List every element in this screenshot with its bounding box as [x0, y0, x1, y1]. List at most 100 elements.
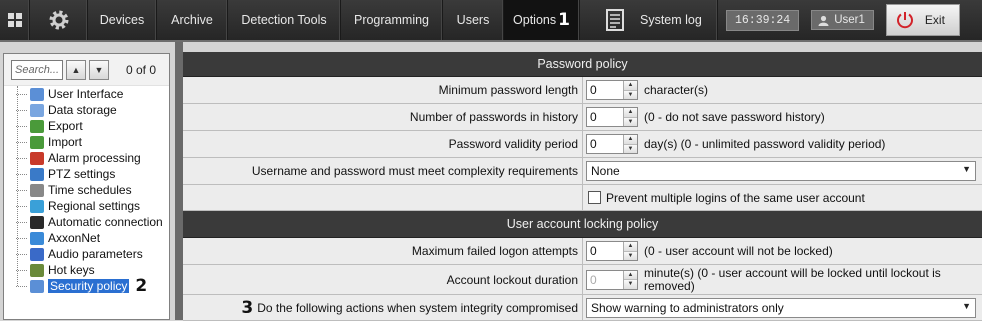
- stepper-up-icon[interactable]: ▲: [624, 242, 637, 252]
- tree-item-label: Audio parameters: [48, 247, 143, 261]
- dropdown-arrow-icon: ▼: [962, 300, 971, 311]
- tree-item-regional-settings[interactable]: Regional settings: [4, 198, 169, 214]
- grid-icon: [7, 13, 22, 27]
- tab-detection-tools[interactable]: Detection Tools: [228, 0, 341, 40]
- stepper-down-icon[interactable]: ▼: [624, 90, 637, 99]
- tree-item-automatic-connection[interactable]: Automatic connection: [4, 214, 169, 230]
- tree-item-label: Automatic connection: [48, 215, 163, 229]
- tree-item-time-schedules[interactable]: Time schedules: [4, 182, 169, 198]
- dropdown-arrow-icon: ▼: [962, 164, 971, 174]
- complexity-select[interactable]: None ▼: [586, 161, 976, 181]
- tree-item-label: Alarm processing: [48, 151, 141, 165]
- stepper-up-icon[interactable]: ▲: [624, 270, 637, 280]
- tree-item-label: Time schedules: [48, 183, 132, 197]
- integrity-action-select[interactable]: Show warning to administrators only ▼: [586, 297, 976, 318]
- tree-toolbar: Search... ▲ ▼ 0 of 0: [4, 54, 169, 86]
- tree-item-axxonnet[interactable]: AxxonNet: [4, 230, 169, 246]
- stepper-down-icon[interactable]: ▼: [624, 280, 637, 289]
- prevent-multiple-logins-checkbox[interactable]: [588, 191, 601, 204]
- min-password-length-row: Minimum password length 0 ▲ ▼ character(s…: [183, 77, 982, 104]
- password-history-stepper[interactable]: 0 ▲ ▼: [586, 107, 638, 127]
- security-policy-panel: Password policy Minimum password length …: [183, 52, 982, 321]
- password-history-label: Number of passwords in history: [183, 104, 583, 130]
- failed-logon-stepper[interactable]: 0 ▲ ▼: [586, 241, 638, 261]
- password-validity-label: Password validity period: [183, 131, 583, 157]
- locking-policy-header: User account locking policy: [183, 211, 982, 238]
- tab-users[interactable]: Users: [443, 0, 504, 40]
- header-separator: [0, 40, 982, 42]
- status-area: 16:39:24 User1 Exit: [718, 0, 982, 40]
- chevron-down-icon: ▼: [94, 64, 104, 75]
- password-policy-header: Password policy: [183, 52, 982, 77]
- search-counter: 0 of 0: [126, 62, 157, 77]
- tree-item-label: PTZ settings: [48, 167, 116, 181]
- integrity-row: 3 Do the following actions when system i…: [183, 295, 982, 321]
- integrity-label: Do the following actions when system int…: [257, 300, 578, 315]
- tree-item-label: Data storage: [48, 103, 117, 117]
- settings-button[interactable]: [30, 0, 88, 40]
- complexity-label: Username and password must meet complexi…: [183, 158, 583, 184]
- current-user[interactable]: User1: [811, 10, 874, 30]
- tree-item-label: User Interface: [48, 87, 124, 101]
- tree-item-audio-parameters[interactable]: Audio parameters: [4, 246, 169, 262]
- globe-icon: [30, 199, 44, 213]
- search-input[interactable]: Search...: [11, 59, 63, 80]
- lockout-duration-label: Account lockout duration: [183, 265, 583, 294]
- failed-logon-row: Maximum failed logon attempts 0 ▲ ▼ (0 - …: [183, 238, 982, 265]
- tab-archive[interactable]: Archive: [157, 0, 228, 40]
- system-log-button[interactable]: System log: [606, 0, 718, 40]
- annotation-1: 1: [558, 10, 570, 30]
- tree-item-label: AxxonNet: [48, 231, 101, 245]
- tree-item-label: Hot keys: [48, 263, 95, 277]
- lockout-duration-row: Account lockout duration 0 ▲ ▼ minute(s) …: [183, 265, 982, 295]
- stepper-down-icon[interactable]: ▼: [624, 117, 637, 126]
- keyboard-icon: [30, 263, 44, 277]
- password-validity-stepper[interactable]: 0 ▲ ▼: [586, 134, 638, 154]
- stepper-down-icon[interactable]: ▼: [624, 251, 637, 260]
- search-prev-button[interactable]: ▲: [66, 59, 86, 80]
- min-password-length-stepper[interactable]: 0 ▲ ▼: [586, 80, 638, 100]
- stepper-down-icon[interactable]: ▼: [624, 144, 637, 153]
- tree-item-user-interface[interactable]: User Interface: [4, 86, 169, 102]
- min-password-length-label: Minimum password length: [183, 77, 583, 103]
- clock: 16:39:24: [726, 9, 800, 31]
- panel-splitter[interactable]: [175, 42, 183, 320]
- audio-icon: [30, 247, 44, 261]
- annotation-3: 3: [241, 297, 254, 318]
- options-tree: User Interface Data storage Export Import Al…: [4, 86, 169, 296]
- shield-icon: [30, 279, 44, 293]
- terminal-icon: [30, 215, 44, 229]
- lockout-duration-stepper[interactable]: 0 ▲ ▼: [586, 269, 638, 290]
- annotation-2: 2: [135, 276, 148, 296]
- system-log-icon-button[interactable]: [580, 0, 606, 40]
- tree-item-export[interactable]: Export: [4, 118, 169, 134]
- stepper-up-icon[interactable]: ▲: [624, 135, 637, 145]
- prevent-multiple-logins-row: Prevent multiple logins of the same user…: [183, 185, 982, 211]
- export-icon: [30, 119, 44, 133]
- layouts-button[interactable]: [0, 0, 30, 40]
- tree-item-alarm-processing[interactable]: Alarm processing: [4, 150, 169, 166]
- tree-item-ptz-settings[interactable]: PTZ settings: [4, 166, 169, 182]
- stepper-up-icon[interactable]: ▲: [624, 81, 637, 91]
- tree-item-security-policy[interactable]: Security policy 2: [4, 276, 169, 296]
- search-next-button[interactable]: ▼: [89, 59, 109, 80]
- import-icon: [30, 135, 44, 149]
- cloud-icon: [30, 231, 44, 245]
- options-tree-panel: Search... ▲ ▼ 0 of 0 User Interface Data …: [3, 53, 170, 320]
- prevent-multiple-logins-label: Prevent multiple logins of the same user…: [606, 190, 865, 205]
- tree-item-import[interactable]: Import: [4, 134, 169, 150]
- chevron-up-icon: ▲: [71, 64, 81, 75]
- tab-programming[interactable]: Programming: [341, 0, 443, 40]
- tab-options[interactable]: Options 1: [504, 0, 580, 40]
- stepper-up-icon[interactable]: ▲: [624, 108, 637, 118]
- top-toolbar: Devices Archive Detection Tools Programm…: [0, 0, 982, 40]
- tree-item-data-storage[interactable]: Data storage: [4, 102, 169, 118]
- tree-item-label: Regional settings: [48, 199, 141, 213]
- monitor-icon: [30, 87, 44, 101]
- password-history-row: Number of passwords in history 0 ▲ ▼ (0 -…: [183, 104, 982, 131]
- log-document-icon: [606, 9, 624, 31]
- power-icon: [896, 12, 913, 29]
- exit-button[interactable]: Exit: [885, 4, 960, 36]
- storage-icon: [30, 103, 44, 117]
- tab-devices[interactable]: Devices: [88, 0, 157, 40]
